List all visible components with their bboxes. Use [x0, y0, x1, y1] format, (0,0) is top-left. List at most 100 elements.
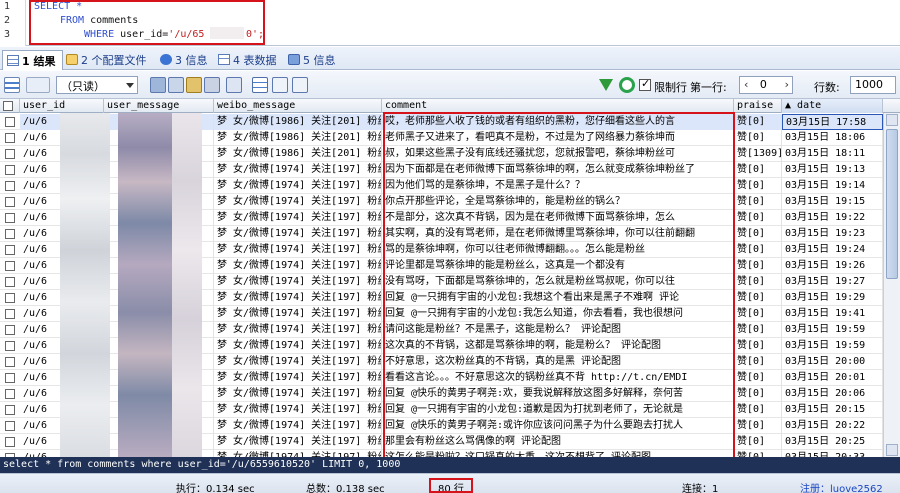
row-checkbox[interactable] [5, 261, 15, 271]
cell-date[interactable]: 03月15日 19:13 [782, 162, 883, 178]
register-link[interactable]: 注册：luove2562 [800, 480, 883, 493]
row-checkbox[interactable] [5, 229, 15, 239]
cell-date[interactable]: 03月15日 20:00 [782, 354, 883, 370]
cell-weibo-message[interactable]: 梦 女/微博[1974] 关注[197] 粉丝[5 [214, 322, 382, 338]
cell-comment[interactable]: 评论里都是骂蔡徐坤的能是粉丝么，这真是一个都没有 [382, 258, 734, 274]
grid-view-icon[interactable] [4, 77, 20, 93]
copy-icon[interactable] [150, 77, 166, 93]
cell-praise[interactable]: 赞[0] [734, 274, 782, 290]
row-checkbox[interactable] [5, 325, 15, 335]
cell-date[interactable]: 03月15日 19:15 [782, 194, 883, 210]
cell-praise[interactable]: 赞[0] [734, 130, 782, 146]
cell-praise[interactable]: 赞[0] [734, 354, 782, 370]
filter-icon[interactable] [599, 79, 613, 91]
column-header-date[interactable]: ▲ date [782, 99, 883, 113]
tab-results[interactable]: 1 结果 [2, 50, 63, 70]
cell-date[interactable]: 03月15日 19:23 [782, 226, 883, 242]
delete-icon[interactable] [186, 77, 202, 93]
cell-comment[interactable]: 不是部分，这次真不背锅，因为是在老师微博下面骂蔡徐坤，怎么 [382, 210, 734, 226]
cell-date[interactable]: 03月15日 19:41 [782, 306, 883, 322]
export-menu-icon[interactable] [26, 77, 50, 93]
cell-comment[interactable]: 请问这能是粉丝？不是黑子，这能是粉么？ 评论配图 [382, 322, 734, 338]
row-checkbox[interactable] [5, 341, 15, 351]
cell-comment[interactable]: 回复 @一只拥有宇宙的小龙包:道歉是因为打扰到老师了，无论就是 [382, 402, 734, 418]
column-header-praise[interactable]: praise [734, 99, 782, 113]
cell-praise[interactable]: 赞[0] [734, 306, 782, 322]
refresh-icon[interactable] [619, 77, 635, 93]
cell-praise[interactable]: 赞[0] [734, 258, 782, 274]
cell-date[interactable]: 03月15日 20:15 [782, 402, 883, 418]
cell-praise[interactable]: 赞[0] [734, 370, 782, 386]
cell-comment[interactable]: 老师黑子又进来了，看吧真不是粉，不过是为了网络暴力蔡徐坤而 [382, 130, 734, 146]
cell-weibo-message[interactable]: 梦 女/微博[1974] 关注[197] 粉丝[5 [214, 258, 382, 274]
cell-weibo-message[interactable]: 梦 女/微博[1974] 关注[197] 粉丝[5 [214, 402, 382, 418]
cell-weibo-message[interactable]: 梦 女/微博[1974] 关注[197] 粉丝[5 [214, 226, 382, 242]
form-view-icon[interactable] [226, 77, 242, 93]
row-checkbox[interactable] [5, 389, 15, 399]
row-checkbox[interactable] [5, 405, 15, 415]
tab-info-2[interactable]: 5 信息 [284, 50, 342, 70]
cell-date[interactable]: 03月15日 19:24 [782, 242, 883, 258]
cell-comment[interactable]: 叔，如果这些黑子没有底线还骚扰您，您就报警吧，蔡徐坤粉丝可 [382, 146, 734, 162]
cell-comment[interactable]: 这怎么能是粉啦？这口锅真的太重，这次不想背了 评论配图 [382, 450, 734, 457]
cell-date[interactable]: 03月15日 17:58 [782, 114, 883, 130]
column-header-user-id[interactable]: user_id [20, 99, 104, 113]
first-row-input[interactable]: ‹ 0 › [739, 76, 793, 94]
cell-date[interactable]: 03月15日 20:06 [782, 386, 883, 402]
cell-comment[interactable]: 回复 @快乐的黄男子啊尧:欢，要我说解释放这图多好解释，奈何苦 [382, 386, 734, 402]
header-select-all[interactable] [0, 99, 20, 113]
cell-comment[interactable]: 没有骂呀，下面都是骂蔡徐坤的，怎么就是粉丝骂叔呢，你可以往 [382, 274, 734, 290]
row-checkbox[interactable] [5, 117, 15, 127]
print-icon[interactable] [204, 77, 220, 93]
cell-date[interactable]: 03月15日 20:22 [782, 418, 883, 434]
cell-date[interactable]: 03月15日 19:26 [782, 258, 883, 274]
cell-weibo-message[interactable]: 梦 女/微博[1974] 关注[197] 粉丝[5 [214, 306, 382, 322]
column-header-weibo-message[interactable]: weibo_message [214, 99, 382, 113]
cell-weibo-message[interactable]: 梦 女/微博[1974] 关注[197] 粉丝[5 [214, 450, 382, 457]
cell-praise[interactable]: 赞[0] [734, 386, 782, 402]
cell-weibo-message[interactable]: 梦 女/微博[1974] 关注[197] 粉丝[5 [214, 386, 382, 402]
scroll-down-button[interactable] [886, 444, 898, 456]
cell-comment[interactable]: 你点开那些评论，全是骂蔡徐坤的，能是粉丝的锅么？ [382, 194, 734, 210]
cell-comment[interactable]: 因为他们骂的是蔡徐坤，不是黑子是什么？？ [382, 178, 734, 194]
row-checkbox[interactable] [5, 181, 15, 191]
cell-comment[interactable]: 不好意思，这次粉丝真的不背锅，真的是黑 评论配图 [382, 354, 734, 370]
cell-praise[interactable]: 赞[1309] [734, 146, 782, 162]
column-header-user-message[interactable]: user_message [104, 99, 214, 113]
row-checkbox[interactable] [5, 197, 15, 207]
cell-weibo-message[interactable]: 梦 女/微博[1974] 关注[197] 粉丝[5 [214, 162, 382, 178]
cell-comment[interactable]: 看看这言论。。。不好意思这次的锅粉丝真不背 http://t.cn/EMDI [382, 370, 734, 386]
row-checkbox[interactable] [5, 165, 15, 175]
cell-praise[interactable]: 赞[0] [734, 210, 782, 226]
cell-comment[interactable]: 这次真的不背锅，这都是骂蔡徐坤的啊，能是粉么？ 评论配图 [382, 338, 734, 354]
cell-comment[interactable]: 哎，老师那些人收了钱的或者有组织的黑粉，您仔细看这些人的言 [382, 114, 734, 130]
row-checkbox[interactable] [5, 373, 15, 383]
cell-praise[interactable]: 赞[0] [734, 418, 782, 434]
row-checkbox[interactable] [5, 421, 15, 431]
row-checkbox[interactable] [5, 277, 15, 287]
cell-comment[interactable]: 回复 @一只拥有宇宙的小龙包:我想这个看出来是黑子不难啊 评论 [382, 290, 734, 306]
cell-date[interactable]: 03月15日 18:06 [782, 130, 883, 146]
cell-weibo-message[interactable]: 梦 女/微博[1974] 关注[197] 粉丝[5 [214, 274, 382, 290]
cell-praise[interactable]: 赞[0] [734, 194, 782, 210]
cell-date[interactable]: 03月15日 19:59 [782, 322, 883, 338]
vertical-scrollbar[interactable] [883, 113, 900, 457]
cell-weibo-message[interactable]: 梦 女/微博[1974] 关注[197] 粉丝[5 [214, 354, 382, 370]
row-count-input[interactable]: 1000 [850, 76, 896, 94]
readonly-select[interactable]: （只读） [56, 76, 138, 94]
limit-checkbox[interactable] [639, 77, 651, 91]
row-checkbox[interactable] [5, 293, 15, 303]
cell-weibo-message[interactable]: 梦 女/微博[1974] 关注[197] 粉丝[5 [214, 242, 382, 258]
cell-date[interactable]: 03月15日 19:22 [782, 210, 883, 226]
cell-date[interactable]: 03月15日 18:11 [782, 146, 883, 162]
cell-praise[interactable]: 赞[0] [734, 226, 782, 242]
cell-praise[interactable]: 赞[0] [734, 338, 782, 354]
text-view-icon[interactable] [272, 77, 288, 93]
cell-weibo-message[interactable]: 梦 女/微博[1974] 关注[197] 粉丝[5 [214, 434, 382, 450]
cell-weibo-message[interactable]: 梦 女/微博[1974] 关注[197] 粉丝[5 [214, 370, 382, 386]
cell-praise[interactable]: 赞[0] [734, 450, 782, 457]
cell-weibo-message[interactable]: 梦 女/微博[1974] 关注[197] 粉丝[5 [214, 210, 382, 226]
cell-praise[interactable]: 赞[0] [734, 242, 782, 258]
cell-praise[interactable]: 赞[0] [734, 434, 782, 450]
cell-praise[interactable]: 赞[0] [734, 402, 782, 418]
